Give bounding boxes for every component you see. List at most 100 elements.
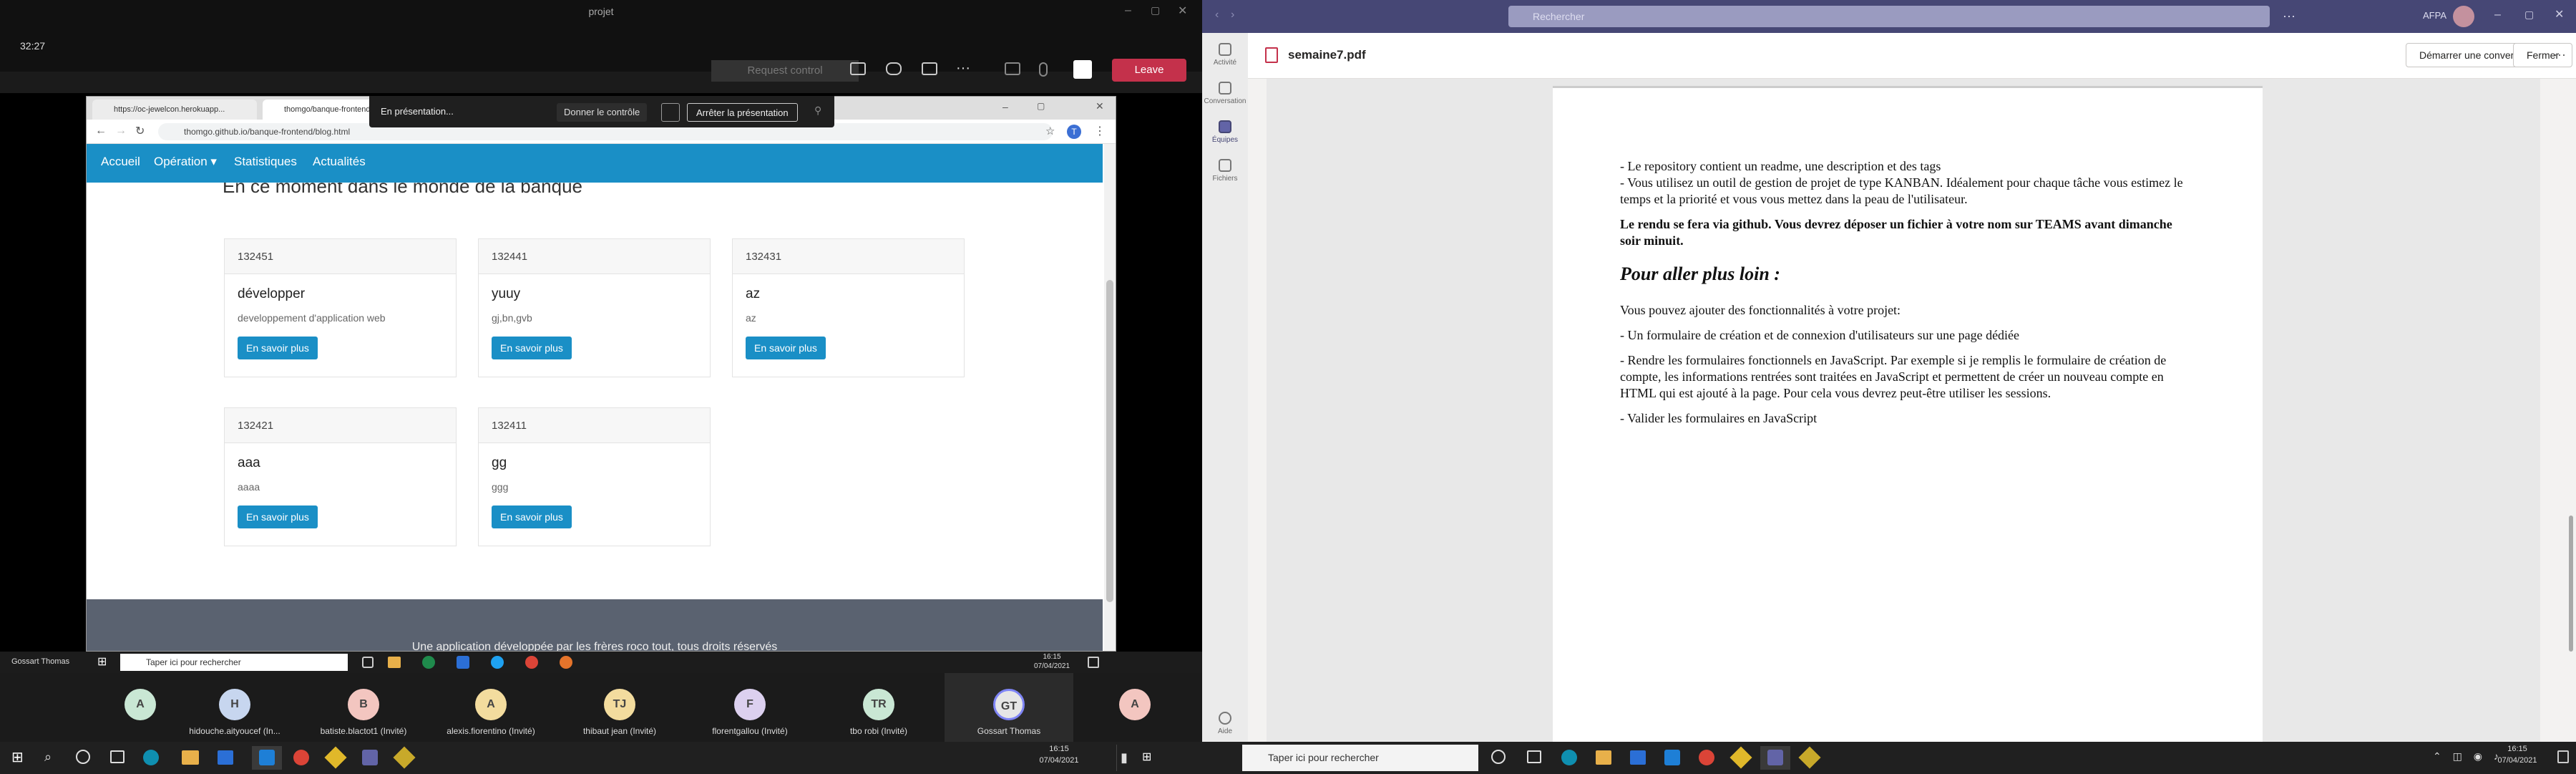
vscode-icon[interactable] — [259, 750, 275, 765]
card-text: aaaa — [238, 481, 260, 493]
give-control-button[interactable]: Donner le contrôle — [557, 103, 648, 122]
avatar[interactable] — [2453, 6, 2474, 27]
app-icon[interactable] — [1729, 746, 1752, 769]
folder-icon[interactable] — [1596, 750, 1611, 765]
card-more-button[interactable]: En savoir plus — [492, 505, 572, 528]
teams-icon[interactable] — [1767, 750, 1783, 765]
forward-icon[interactable]: › — [1231, 9, 1234, 21]
folder-icon[interactable] — [388, 657, 401, 668]
back-icon[interactable]: ← — [95, 125, 107, 137]
nav-accueil[interactable]: Accueil — [101, 155, 140, 169]
firefox-icon[interactable] — [560, 656, 572, 669]
card-more-button[interactable]: En savoir plus — [238, 505, 318, 528]
windows-icon[interactable]: ⊞ — [1142, 750, 1151, 765]
edge-icon[interactable] — [1561, 750, 1577, 765]
app-icon[interactable] — [393, 746, 416, 769]
close-icon[interactable]: ✕ — [1178, 4, 1187, 18]
chat-icon[interactable] — [886, 62, 903, 78]
notification-icon[interactable] — [2557, 750, 2569, 763]
edge-icon[interactable] — [143, 750, 159, 765]
rail-chat[interactable]: Conversation — [1202, 82, 1248, 105]
camera-icon[interactable] — [1005, 62, 1022, 78]
participant-tile[interactable]: TJ thibaut jean (Invité) — [573, 689, 666, 736]
show-desktop-icon[interactable]: ▮ — [1121, 750, 1136, 765]
outlook-icon[interactable] — [457, 656, 469, 669]
skype-icon[interactable] — [491, 656, 504, 669]
task-view-icon[interactable] — [1527, 750, 1541, 763]
participants-icon[interactable] — [850, 62, 867, 78]
pdf-scrollbar[interactable] — [2566, 79, 2576, 742]
app-icon[interactable] — [324, 746, 347, 769]
nav-statistiques[interactable]: Statistiques — [234, 155, 297, 169]
profile-avatar[interactable]: T — [1067, 125, 1081, 139]
teams-search[interactable]: Rechercher — [1508, 6, 2270, 27]
chrome-icon[interactable] — [1699, 750, 1714, 765]
task-view-icon[interactable] — [110, 750, 125, 763]
forward-icon[interactable]: → — [115, 125, 127, 137]
participant-tile[interactable]: A — [1088, 689, 1181, 726]
close-icon[interactable]: ✕ — [1096, 100, 1104, 112]
notification-icon[interactable] — [1088, 657, 1099, 668]
teams-icon[interactable] — [362, 750, 378, 765]
rail-help[interactable]: Aide — [1202, 712, 1248, 735]
shared-search-box[interactable]: Taper ici pour rechercher — [120, 654, 348, 671]
edge-icon[interactable] — [422, 656, 435, 669]
more-icon[interactable]: ··· — [2553, 47, 2566, 62]
back-icon[interactable]: ‹ — [1215, 9, 1219, 21]
pdf-line: - Un formulaire de création et de connex… — [1620, 328, 2020, 342]
rail-teams[interactable]: Équipes — [1202, 120, 1248, 144]
nav-actualites[interactable]: Actualités — [313, 155, 366, 169]
scrollbar-thumb[interactable] — [2569, 516, 2573, 652]
bookmark-star-icon[interactable]: ☆ — [1045, 125, 1055, 137]
chrome-icon[interactable] — [525, 656, 538, 669]
participant-tile[interactable]: F florentgallou (Invité) — [703, 689, 796, 736]
participant-tile[interactable]: A alexis.fiorentino (Invité) — [444, 689, 537, 736]
maximize-icon[interactable]: ▢ — [1037, 101, 1045, 111]
minimize-icon[interactable]: – — [1002, 101, 1008, 112]
vscode-icon[interactable] — [1664, 750, 1680, 765]
card-more-button[interactable]: En savoir plus — [746, 337, 826, 359]
minimize-icon[interactable]: – — [1125, 4, 1131, 17]
nav-operation[interactable]: Opération ▾ — [154, 155, 217, 169]
page-scrollbar[interactable] — [1104, 144, 1116, 651]
rail-files[interactable]: Fichiers — [1202, 159, 1248, 183]
pin-icon[interactable]: ⚲ — [814, 105, 821, 117]
rooms-icon[interactable] — [922, 62, 939, 78]
rail-activity[interactable]: Activité — [1202, 43, 1248, 67]
leave-button[interactable]: Leave — [1112, 59, 1186, 82]
participant-tile[interactable]: A — [94, 689, 187, 726]
cortana-icon[interactable] — [1491, 750, 1506, 764]
app-icon[interactable] — [1798, 746, 1821, 769]
pip-icon[interactable] — [661, 103, 680, 122]
browser-menu-icon[interactable]: ⋮ — [1094, 124, 1106, 138]
cortana-icon[interactable] — [76, 750, 90, 764]
maximize-icon[interactable]: ▢ — [2524, 9, 2534, 21]
minimize-icon[interactable]: – — [2494, 9, 2501, 21]
more-icon[interactable]: ··· — [956, 60, 970, 77]
folder-icon[interactable] — [182, 750, 199, 765]
reload-icon[interactable]: ↻ — [135, 124, 145, 138]
participant-tile[interactable]: H hidouche.aityoucef (In... — [188, 689, 281, 736]
mail-icon[interactable] — [1630, 750, 1646, 765]
windows-icon[interactable]: ⊞ — [11, 750, 24, 765]
request-control-button[interactable]: Request control — [711, 60, 859, 82]
maximize-icon[interactable]: ▢ — [1151, 4, 1160, 16]
more-icon[interactable]: ··· — [2283, 9, 2296, 24]
card-more-button[interactable]: En savoir plus — [238, 337, 318, 359]
stop-presenting-button[interactable]: Arrêter la présentation — [687, 103, 798, 122]
share-icon[interactable] — [1073, 60, 1092, 79]
participant-tile[interactable]: B batiste.blactot1 (Invité) — [317, 689, 410, 736]
mic-icon[interactable] — [1039, 62, 1055, 78]
mail-icon[interactable] — [218, 750, 233, 765]
card-more-button[interactable]: En savoir plus — [492, 337, 572, 359]
search-icon[interactable]: ⌕ — [44, 750, 52, 765]
participant-tile[interactable]: TR tbo robi (Invité) — [832, 689, 925, 736]
taskbar-search[interactable]: Taper ici pour rechercher — [1242, 745, 1478, 771]
scrollbar-thumb[interactable] — [1106, 280, 1113, 602]
close-icon[interactable]: ✕ — [2555, 7, 2564, 21]
browser-tab[interactable]: https://oc-jewelcon.herokuapp... — [92, 100, 257, 120]
chrome-icon[interactable] — [293, 750, 309, 765]
windows-icon[interactable]: ⊞ — [97, 656, 110, 669]
task-view-icon[interactable] — [362, 657, 374, 668]
participant-tile[interactable]: GT Gossart Thomas — [962, 689, 1055, 736]
